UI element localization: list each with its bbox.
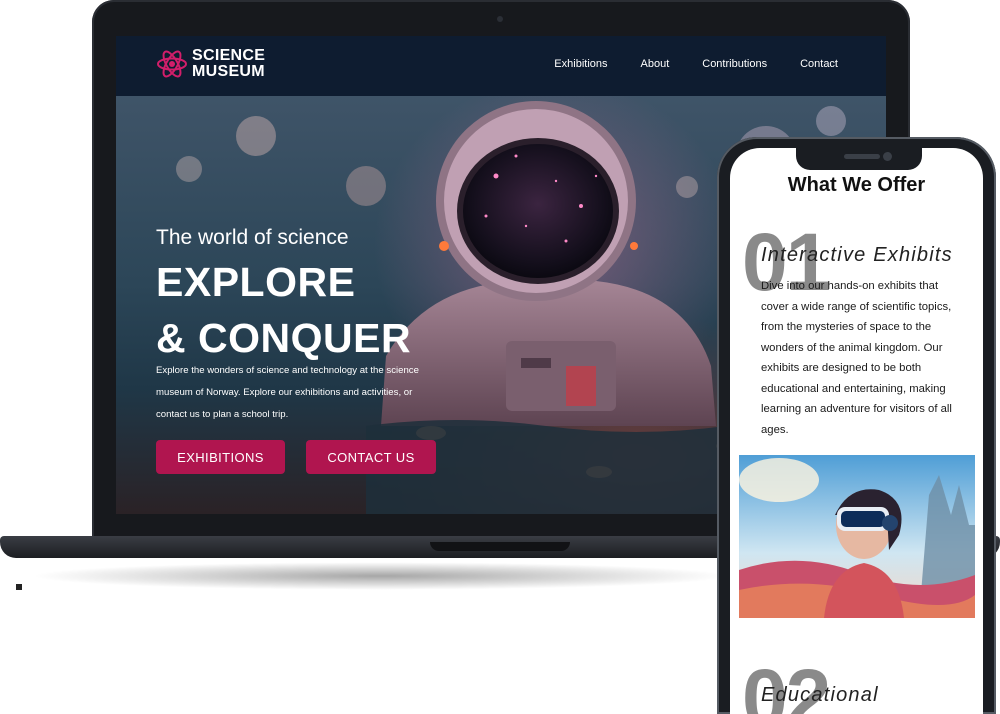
nav-about[interactable]: About [641, 58, 670, 70]
site-logo[interactable]: SCIENCE MUSEUM [156, 48, 265, 80]
decorative-dot [16, 584, 22, 590]
item-heading-interactive-exhibits: Interactive Exhibits [761, 244, 953, 266]
hero-title: EXPLORE & CONQUER [156, 254, 411, 366]
phone-notch [796, 148, 922, 170]
phone-screen: What We Offer 01 Interactive Exhibits Di… [730, 148, 983, 714]
main-nav: Exhibitions About Contributions Contact [554, 58, 838, 70]
nav-contact[interactable]: Contact [800, 58, 838, 70]
hero-subtitle: The world of science [156, 226, 349, 249]
laptop-notch [430, 542, 570, 551]
item-heading-educational: Educational [761, 684, 879, 706]
bokeh-light [236, 116, 276, 156]
contact-us-button[interactable]: CONTACT US [306, 440, 436, 474]
bokeh-light [176, 156, 202, 182]
logo-line-2: MUSEUM [192, 63, 265, 80]
logo-line-1: SCIENCE [192, 47, 266, 64]
phone-speaker [844, 154, 880, 159]
vr-child-image [739, 455, 975, 618]
hero-description: Explore the wonders of science and techn… [156, 365, 419, 420]
exhibitions-button[interactable]: EXHIBITIONS [156, 440, 285, 474]
phone-camera [883, 152, 892, 161]
logo-text: SCIENCE MUSEUM [192, 48, 265, 80]
atom-logo-icon [157, 50, 187, 78]
site-navbar: SCIENCE MUSEUM Exhibitions About Contrib… [116, 36, 886, 96]
hero-title-line-1: EXPLORE [156, 259, 356, 305]
item-description: Dive into our hands-on exhibits that cov… [761, 280, 952, 436]
what-we-offer-title: What We Offer [787, 174, 926, 196]
bokeh-light [816, 106, 846, 136]
nav-exhibitions[interactable]: Exhibitions [554, 58, 607, 70]
nav-contributions[interactable]: Contributions [702, 58, 767, 70]
phone-frame: What We Offer 01 Interactive Exhibits Di… [717, 137, 996, 714]
laptop-shadow [30, 562, 730, 590]
hero-title-line-2: & CONQUER [156, 315, 412, 361]
laptop-camera [497, 16, 503, 22]
